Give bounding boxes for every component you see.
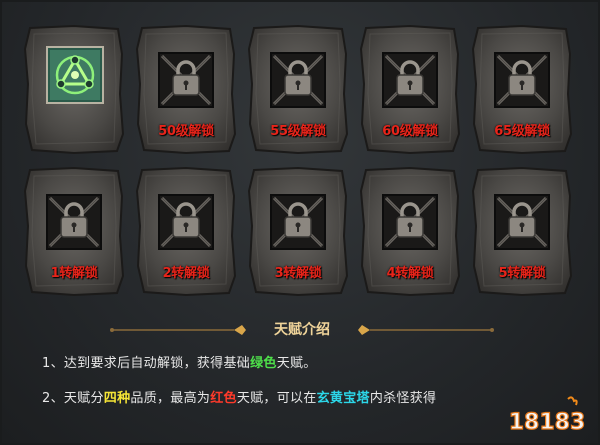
unlock-requirement-label: 1转解锁 (50, 266, 98, 281)
chained-lock-icon (158, 194, 214, 250)
talent-slot-locked[interactable]: 1转解锁 (24, 166, 124, 296)
chained-lock-icon (382, 194, 438, 250)
chained-lock-icon (158, 52, 214, 108)
chained-lock-icon (46, 194, 102, 250)
intro-line-2-suffix: 内杀怪获得 (369, 391, 437, 406)
chained-lock-icon (494, 194, 550, 250)
talent-slot-locked[interactable]: 2转解锁 (136, 166, 236, 296)
chained-lock-icon (270, 52, 326, 108)
talent-slot-unlocked[interactable] (24, 24, 124, 154)
intro-line-1-suffix: 天赋。 (276, 356, 317, 371)
talent-panel: 50级解锁 55级解锁 60级解锁 65级解锁 1转解锁 2转解锁 3转解锁 4… (0, 0, 600, 445)
intro-line-2: 2、天赋分四种品质，最高为红色天赋，可以在玄黄宝塔内杀怪获得 (42, 387, 436, 406)
unlock-requirement-label: 65级解锁 (494, 124, 550, 139)
unlock-requirement-label: 5转解锁 (498, 266, 546, 281)
site-watermark-logo: 18183 (508, 396, 586, 436)
talent-slot-locked[interactable]: 4转解锁 (360, 166, 460, 296)
red-quality-text: 红色 (210, 391, 237, 406)
unlock-requirement-label: 4转解锁 (386, 266, 434, 281)
intro-line-2-mid1: 品质，最高为 (130, 391, 211, 406)
section-title: 天赋介绍 (274, 322, 330, 338)
intro-line-1-prefix: 1、达到要求后自动解锁，获得基础 (42, 356, 251, 371)
talent-slot-locked[interactable]: 5转解锁 (472, 166, 572, 296)
talent-slot-grid: 50级解锁 55级解锁 60级解锁 65级解锁 1转解锁 2转解锁 3转解锁 4… (2, 2, 600, 322)
green-talent-icon (46, 46, 104, 104)
talent-slot-locked[interactable]: 65级解锁 (472, 24, 572, 154)
talent-slot-locked[interactable]: 3转解锁 (248, 166, 348, 296)
unlock-requirement-label: 2转解锁 (162, 266, 210, 281)
intro-line-2-mid2: 天赋，可以在 (236, 391, 317, 406)
chained-lock-icon (494, 52, 550, 108)
watermark-text: 18183 (509, 410, 586, 435)
talent-slot-locked[interactable]: 55级解锁 (248, 24, 348, 154)
unlock-requirement-label: 55级解锁 (270, 124, 326, 139)
chained-lock-icon (270, 194, 326, 250)
unlock-requirement-label: 50级解锁 (158, 124, 214, 139)
chained-lock-icon (382, 52, 438, 108)
talent-slot-locked[interactable]: 50级解锁 (136, 24, 236, 154)
tower-name-text: 玄黄宝塔 (316, 391, 370, 406)
unlock-requirement-label: 60级解锁 (382, 124, 438, 139)
four-kinds-text: 四种 (103, 391, 131, 406)
unlock-requirement-label: 3转解锁 (274, 266, 322, 281)
intro-line-1: 1、达到要求后自动解锁，获得基础绿色天赋。 (42, 352, 317, 371)
green-quality-text: 绿色 (250, 356, 277, 371)
talent-slot-locked[interactable]: 60级解锁 (360, 24, 460, 154)
intro-line-2-prefix: 2、天赋分 (42, 391, 104, 406)
